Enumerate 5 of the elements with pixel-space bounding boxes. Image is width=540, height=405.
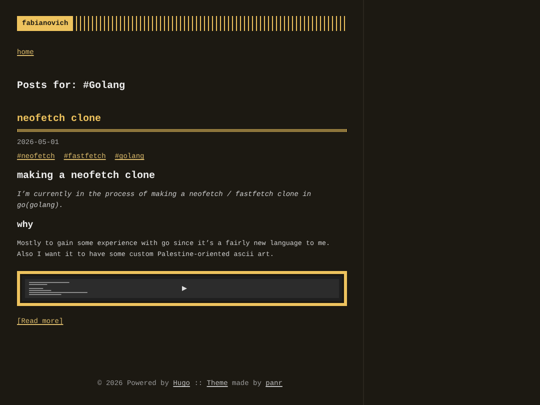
post-heading: making a neofetch clone — [17, 171, 156, 182]
play-icon[interactable] — [182, 286, 187, 291]
section-heading: why — [17, 220, 34, 230]
post-title-link[interactable]: neofetch clone — [17, 114, 347, 125]
page-title: Posts for: #Golang — [17, 81, 126, 92]
